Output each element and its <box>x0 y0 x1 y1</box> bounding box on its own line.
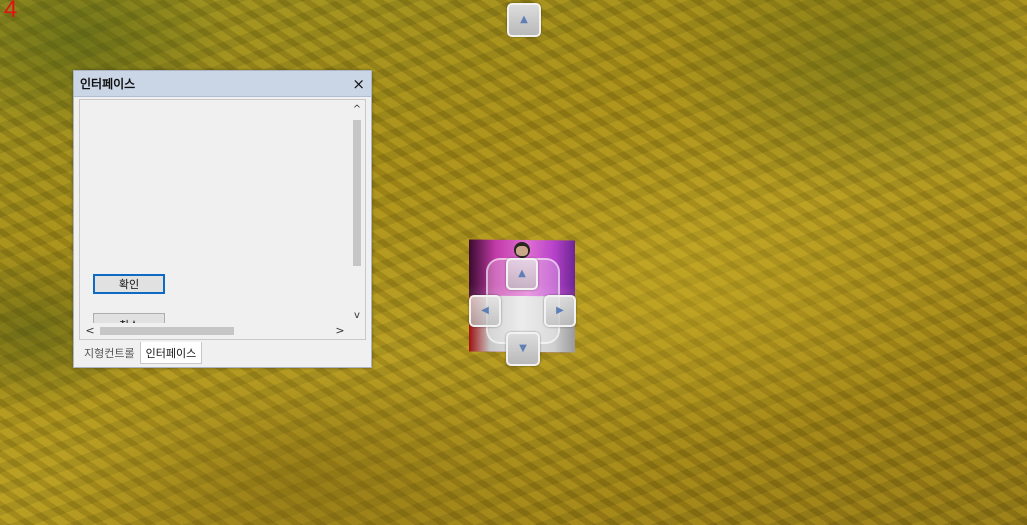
scroll-down-icon[interactable]: v <box>349 308 365 324</box>
horizontal-scrollbar[interactable]: < > <box>80 323 350 339</box>
vertical-scrollbar[interactable]: ^ v <box>349 100 365 324</box>
character-portrait <box>514 241 530 259</box>
dpad-down-button[interactable]: ▼ <box>506 332 540 366</box>
horizontal-scroll-thumb[interactable] <box>100 327 234 335</box>
arrow-right-icon: ▶ <box>556 305 564 316</box>
frame-counter: 4 <box>4 0 18 23</box>
scroll-right-icon[interactable]: > <box>332 323 348 339</box>
scroll-left-icon[interactable]: < <box>82 323 98 339</box>
interface-panel: 확인 취소 ^ v < > <box>79 99 366 340</box>
scroll-up-icon[interactable]: ^ <box>349 102 365 118</box>
dpad-up-button[interactable]: ▲ <box>506 258 538 290</box>
ok-button[interactable]: 확인 <box>93 274 165 294</box>
arrow-up-icon: ▲ <box>518 268 526 279</box>
window-tabs: 지형컨트롤 인터페이스 <box>79 342 203 364</box>
close-icon[interactable]: × <box>352 75 365 93</box>
arrow-up-icon: ▲ <box>520 14 528 25</box>
dpad-right-button[interactable]: ▶ <box>544 295 576 327</box>
arrow-left-icon: ◀ <box>481 305 489 316</box>
arrow-down-icon: ▼ <box>519 343 527 354</box>
window-title: 인터페이스 <box>80 77 136 91</box>
tab-interface[interactable]: 인터페이스 <box>139 342 203 364</box>
interface-window: 인터페이스 × 확인 취소 ^ v < > 지형컨트롤 인터페이스 <box>73 70 372 368</box>
vertical-scroll-thumb[interactable] <box>353 120 361 266</box>
dpad-left-button[interactable]: ◀ <box>469 295 501 327</box>
tab-terrain-control[interactable]: 지형컨트롤 <box>79 342 140 363</box>
scrollbar-corner <box>349 323 365 339</box>
window-titlebar[interactable]: 인터페이스 × <box>74 71 371 97</box>
camera-up-button[interactable]: ▲ <box>507 3 541 37</box>
